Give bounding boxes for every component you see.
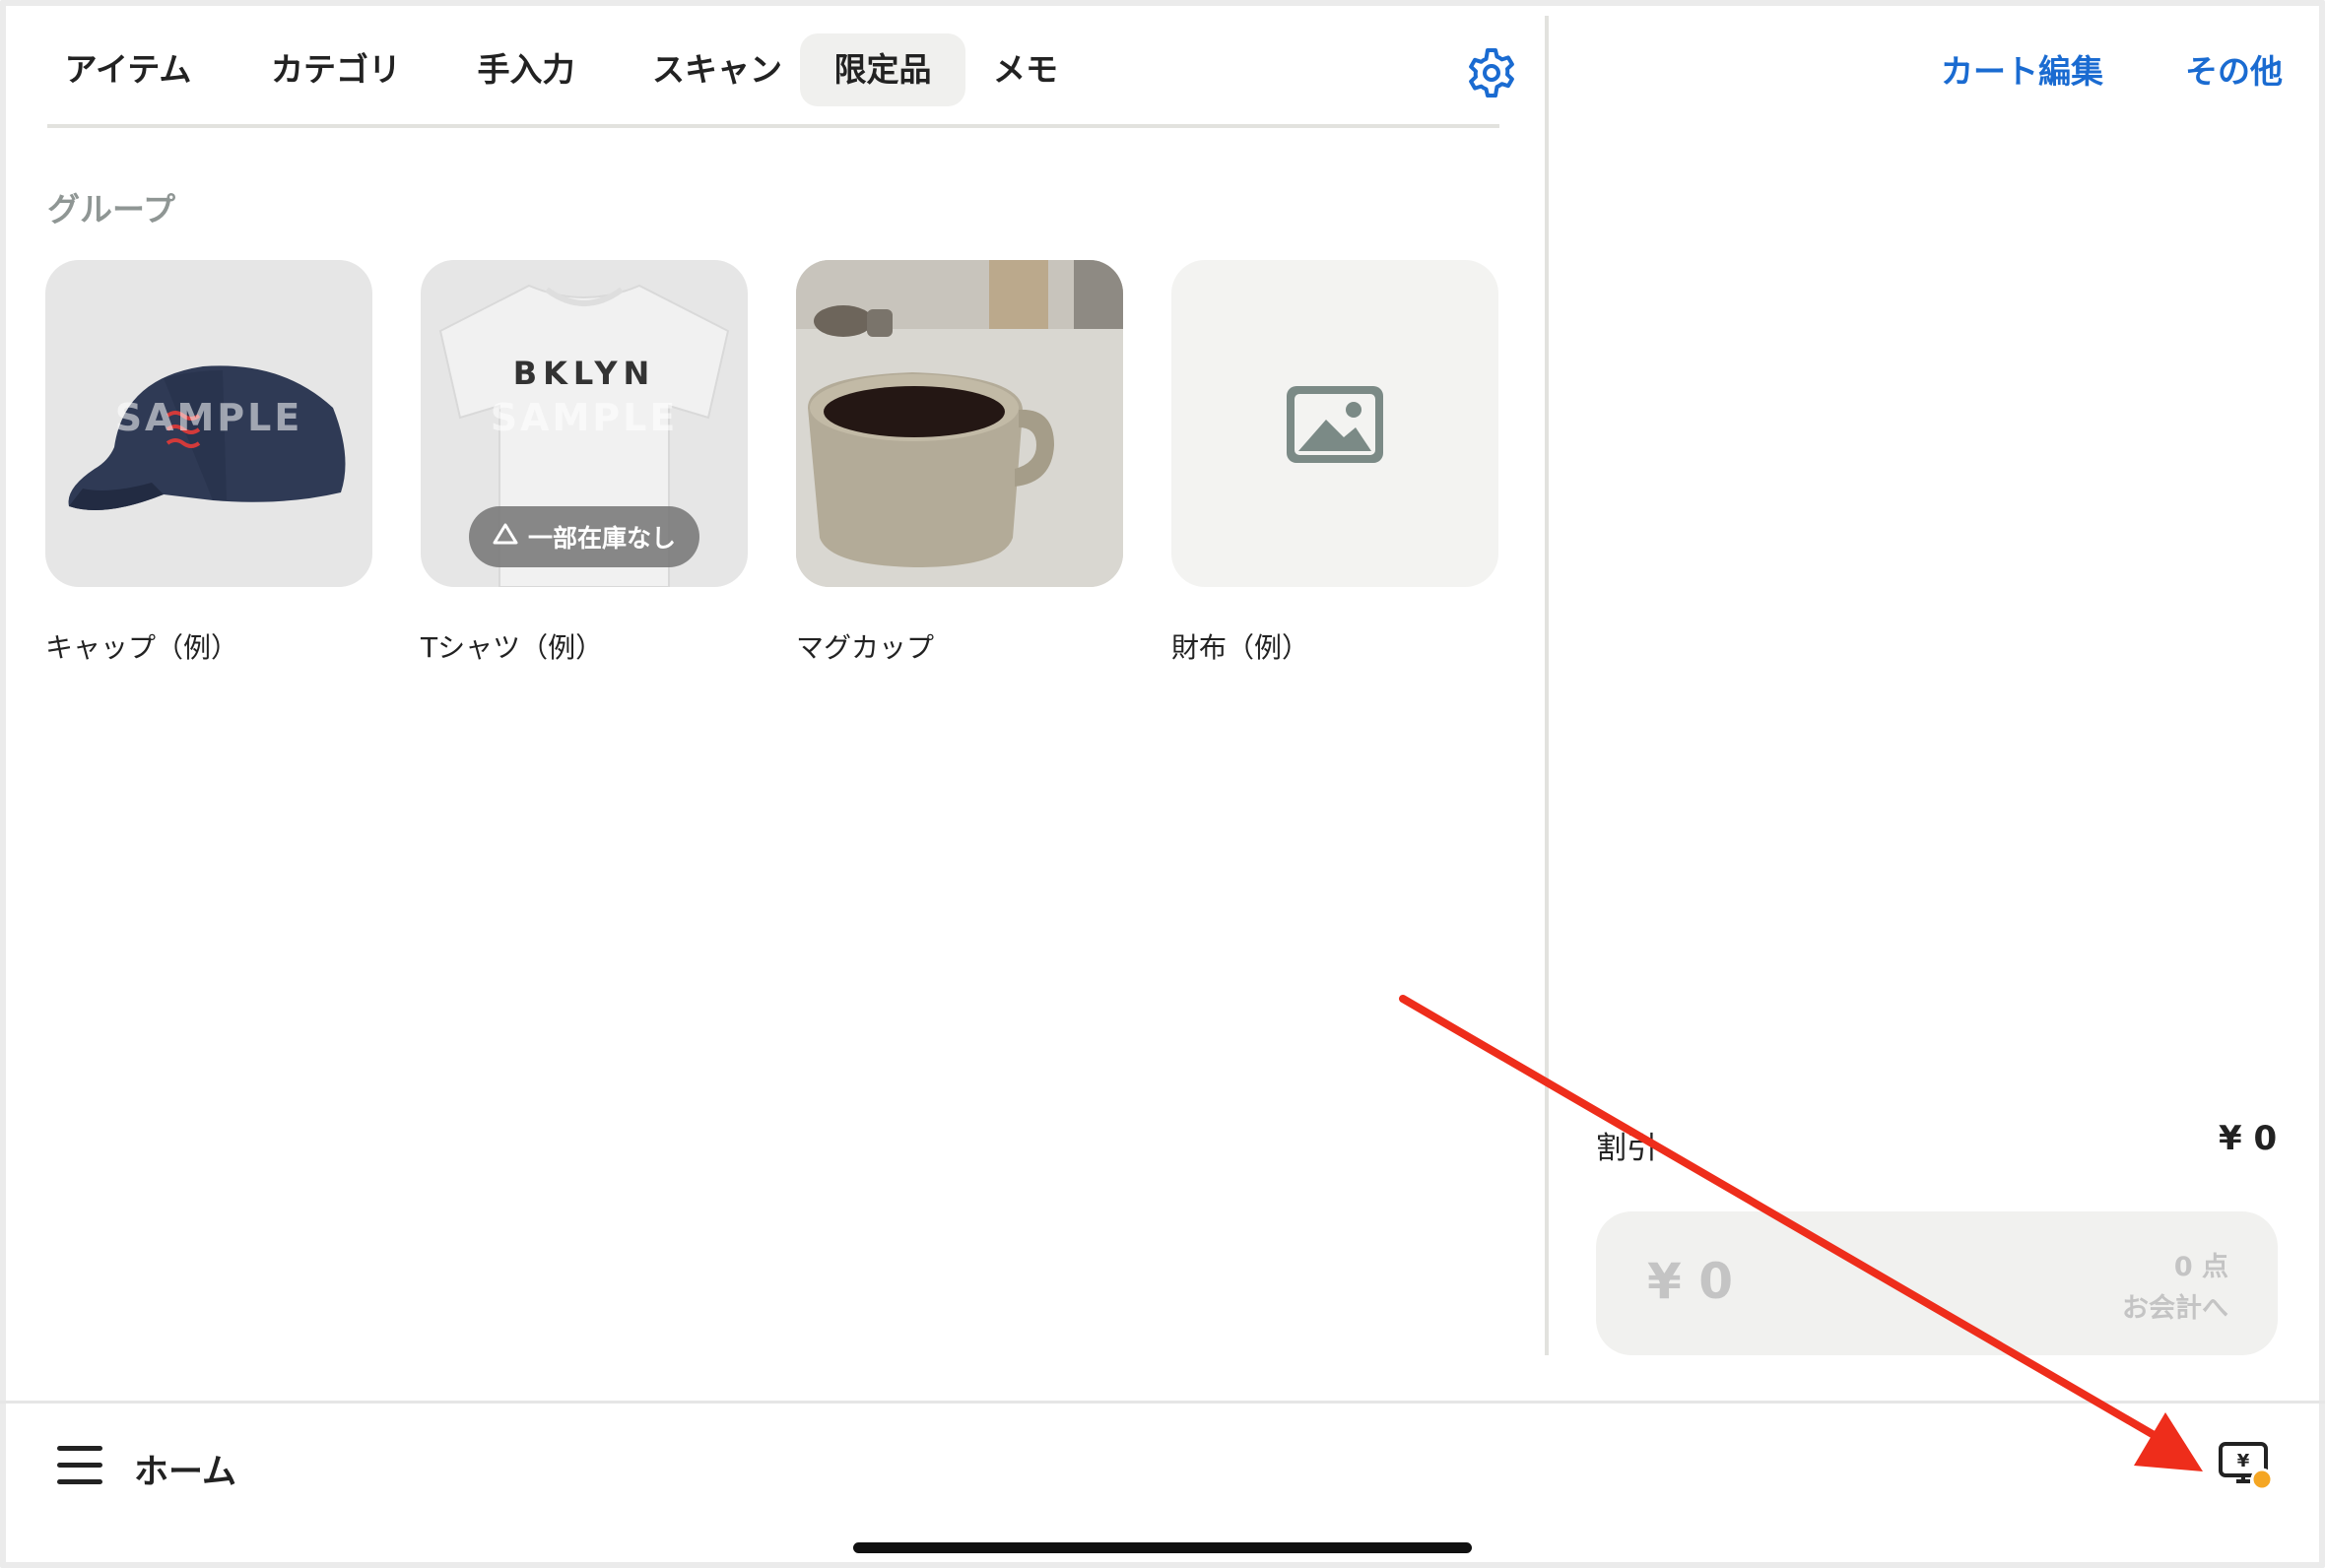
home-label: ホーム	[134, 1453, 236, 1492]
tab-categories[interactable]: カテゴリ	[252, 33, 420, 106]
tab-manual-entry[interactable]: 手入力	[457, 33, 595, 106]
checkout-button[interactable]: ¥ 0 0 点 お会計へ	[1596, 1211, 2278, 1355]
home-indicator	[853, 1542, 1472, 1553]
product-label-tshirt: Tシャツ（例）	[421, 631, 604, 664]
discount-label: 割引	[1596, 1131, 1657, 1166]
checkout-label: お会計へ	[2122, 1293, 2228, 1324]
bottom-bar-divider	[0, 1401, 2325, 1404]
out-of-stock-badge: 一部在庫なし	[469, 506, 699, 567]
image-placeholder-icon	[1287, 386, 1383, 467]
product-label-cap: キャップ（例）	[45, 631, 239, 664]
discount-value: ¥ 0	[2219, 1119, 2278, 1158]
tab-items[interactable]: アイテム	[59, 33, 197, 106]
badge-text: 一部在庫なし	[527, 524, 676, 553]
register-display-icon[interactable]: ¥	[2217, 1440, 2276, 1495]
tab-limited[interactable]: 限定品	[800, 33, 965, 106]
warning-triangle-icon	[493, 522, 518, 552]
product-card-mug[interactable]	[796, 260, 1123, 587]
sample-watermark: SAMPLE	[490, 396, 679, 439]
cart-item-count: 0 点	[2173, 1252, 2228, 1282]
product-card-tshirt[interactable]: BKLYN SAMPLE 一部在庫なし	[421, 260, 748, 587]
product-label-mug: マグカップ	[796, 631, 935, 664]
mug-photo	[796, 260, 1123, 587]
svg-text:¥: ¥	[2237, 1451, 2250, 1471]
pane-divider	[1545, 16, 1549, 1355]
product-label-wallet: 財布（例）	[1171, 631, 1310, 664]
product-card-cap[interactable]: SAMPLE	[45, 260, 372, 587]
tab-memo[interactable]: メモ	[981, 33, 1070, 106]
sample-watermark: SAMPLE	[114, 396, 303, 439]
edit-cart-button[interactable]: カート編集	[1941, 45, 2103, 93]
gear-icon[interactable]	[1464, 45, 1519, 100]
cart-total: ¥ 0	[1647, 1253, 1733, 1310]
hamburger-menu-icon[interactable]	[57, 1446, 102, 1485]
section-title: グループ	[47, 190, 176, 229]
product-card-wallet[interactable]	[1171, 260, 1498, 587]
tshirt-print: BKLYN	[512, 355, 656, 392]
tab-scan[interactable]: スキャン	[631, 33, 804, 106]
more-button[interactable]: その他	[2185, 45, 2283, 93]
tab-bar: アイテム カテゴリ 手入力 スキャン 限定品 メモ	[47, 32, 1514, 128]
